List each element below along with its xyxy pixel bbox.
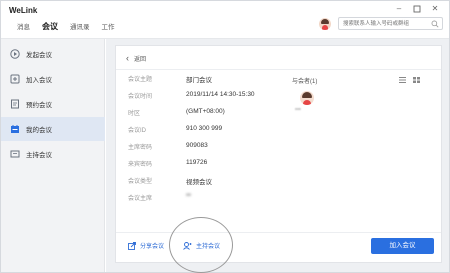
app-name: WeLink xyxy=(9,6,38,15)
field-row: 会议ID 910 300 999 xyxy=(128,125,328,137)
host-meeting-label: 主持会议 xyxy=(196,244,221,250)
field-key: 会议ID xyxy=(128,128,147,134)
field-row: 会议时间 2019/11/14 14:30-15:30 xyxy=(128,91,328,103)
sidebar-item-start-meeting[interactable]: 发起会议 xyxy=(1,42,105,66)
field-key: 主席密码 xyxy=(128,145,153,151)
search-box[interactable] xyxy=(338,17,443,30)
nav-tab-messages[interactable]: 消息 xyxy=(17,21,30,31)
field-key: 来宾密码 xyxy=(128,162,153,168)
chevron-left-icon: ‹ xyxy=(126,53,129,63)
list-view-icon[interactable] xyxy=(399,77,406,83)
sidebar-item-schedule-meeting[interactable]: 预约会议 xyxy=(1,92,105,116)
share-meeting-label: 分享会议 xyxy=(140,244,165,250)
field-row: 来宾密码 119726 xyxy=(128,159,328,171)
search-icon[interactable] xyxy=(431,20,439,28)
close-icon[interactable]: ✕ xyxy=(430,4,440,14)
sidebar: 发起会议 加入会议 预约会议 我的会议 主持会议 xyxy=(1,39,105,272)
nav-tab-work[interactable]: 工作 xyxy=(102,21,115,31)
attendees-title: 与会者(1) xyxy=(292,79,318,85)
divider xyxy=(116,69,441,70)
field-row: 会议类型 视频会议 xyxy=(128,176,328,188)
share-icon xyxy=(128,241,136,250)
nav-tab-meetings[interactable]: 会议 xyxy=(42,21,58,32)
host-meeting-button[interactable]: 主持会议 xyxy=(183,241,220,250)
field-value: 部门会议 xyxy=(186,77,212,84)
host-meeting-icon xyxy=(10,150,20,158)
share-meeting-button[interactable]: 分享会议 xyxy=(128,241,164,250)
main-nav: 消息 会议 通讯录 工作 xyxy=(17,21,115,32)
minimize-icon[interactable]: – xyxy=(394,4,404,14)
sidebar-item-label: 预约会议 xyxy=(26,102,52,109)
meeting-detail-card: ‹ 返回 会议主题 部门会议 会议时间 2019/11/14 14:30-15:… xyxy=(115,45,442,263)
sidebar-item-join-meeting[interactable]: 加入会议 xyxy=(1,67,105,91)
field-value: 910 300 999 xyxy=(186,125,223,132)
schedule-meeting-icon xyxy=(11,99,19,109)
sidebar-item-label: 主持会议 xyxy=(26,152,52,159)
sidebar-item-label: 发起会议 xyxy=(26,52,52,59)
main-panel: ‹ 返回 会议主题 部门会议 会议时间 2019/11/14 14:30-15:… xyxy=(106,39,449,272)
nav-tab-contacts[interactable]: 通讯录 xyxy=(70,21,90,31)
start-meeting-icon xyxy=(10,49,20,59)
back-button[interactable]: ‹ 返回 xyxy=(126,53,147,64)
join-meeting-button[interactable]: 加入会议 xyxy=(371,238,434,254)
grid-view-icon[interactable] xyxy=(413,77,420,83)
maximize-icon[interactable] xyxy=(412,4,422,14)
divider xyxy=(116,232,441,233)
search-input[interactable] xyxy=(343,18,433,29)
field-value: 2019/11/14 14:30-15:30 xyxy=(186,91,255,98)
attendee-name: *** xyxy=(295,108,301,114)
field-row: 会议主席 ** xyxy=(128,193,328,205)
user-avatar[interactable] xyxy=(319,18,331,30)
sidebar-item-label: 加入会议 xyxy=(26,77,52,84)
field-key: 会议主席 xyxy=(128,196,153,202)
attendee-avatar[interactable] xyxy=(300,91,314,105)
welink-window: WeLink 消息 会议 通讯录 工作 – ✕ 发起会议 xyxy=(0,0,450,273)
field-row: 主席密码 909083 xyxy=(128,142,328,154)
field-key: 会议主题 xyxy=(128,77,153,83)
field-value: ** xyxy=(186,193,192,200)
sidebar-item-label: 我的会议 xyxy=(26,127,52,134)
my-meetings-icon xyxy=(11,125,19,133)
join-meeting-icon xyxy=(10,74,20,84)
field-value: (GMT+08:00) xyxy=(186,108,225,115)
field-key: 时区 xyxy=(128,111,141,117)
sidebar-item-my-meetings[interactable]: 我的会议 xyxy=(1,117,105,141)
field-key: 会议时间 xyxy=(128,94,153,100)
back-label: 返回 xyxy=(134,57,147,63)
field-value: 视频会议 xyxy=(186,179,212,186)
field-key: 会议类型 xyxy=(128,179,153,185)
field-value: 909083 xyxy=(186,142,208,149)
host-user-icon xyxy=(183,241,192,250)
field-value: 119726 xyxy=(186,159,208,166)
sidebar-item-host-meeting[interactable]: 主持会议 xyxy=(1,142,105,166)
title-bar: WeLink 消息 会议 通讯录 工作 – ✕ xyxy=(1,1,449,39)
